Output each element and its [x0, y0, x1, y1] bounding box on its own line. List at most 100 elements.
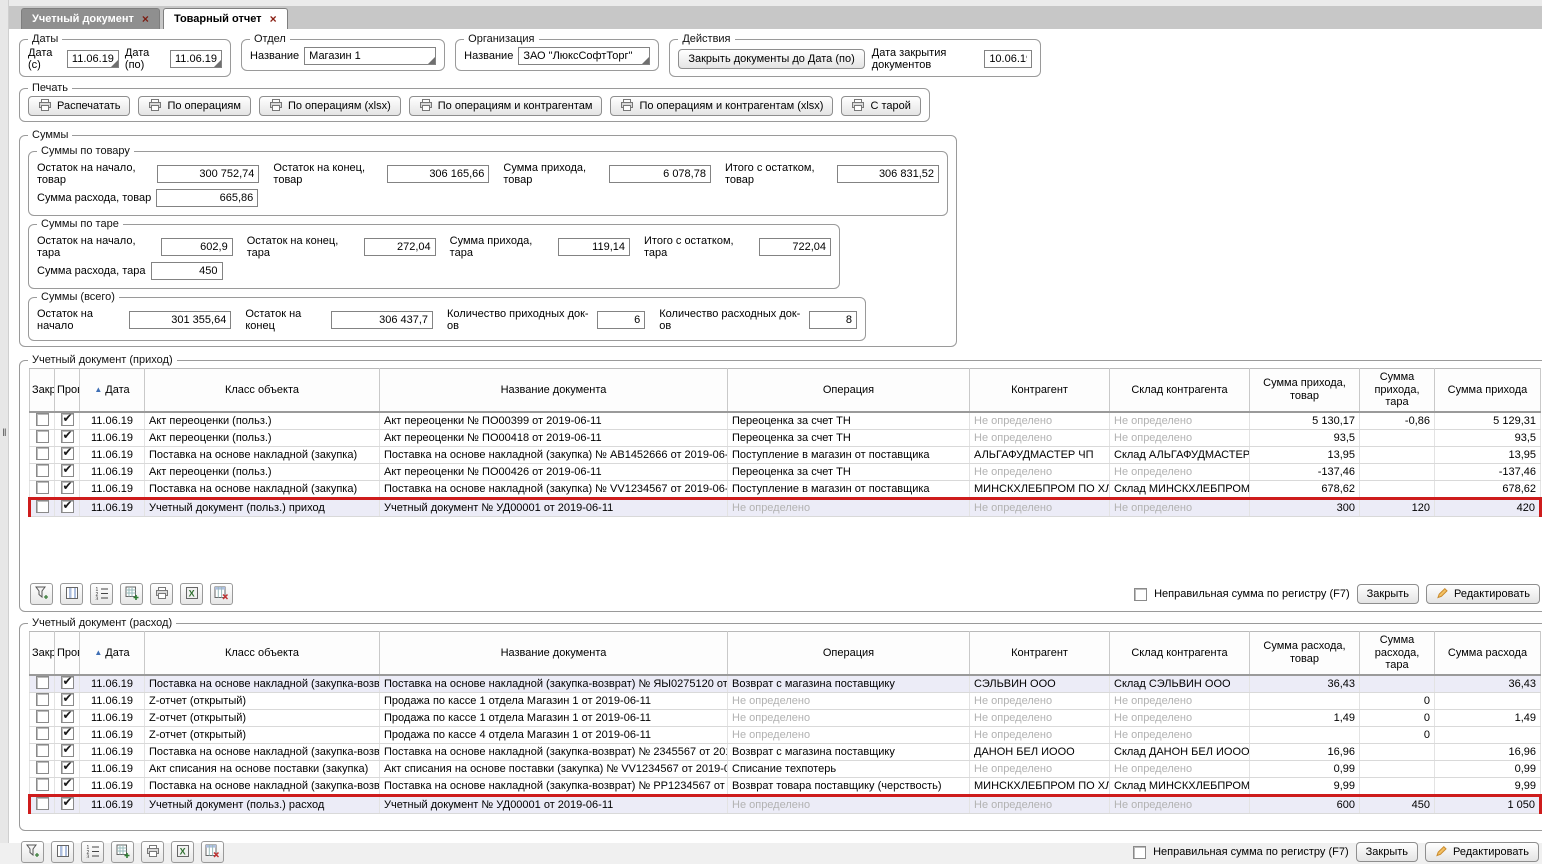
table-row[interactable]: 11.06.19Акт переоценки (польз.)Акт перео…	[30, 429, 1541, 446]
table-row[interactable]: 11.06.19Z-отчет (открытый)Продажа по кас…	[30, 692, 1541, 709]
print-button-3[interactable]: По операциям и контрагентам	[409, 96, 603, 116]
printer-toolbar-button[interactable]	[150, 583, 173, 605]
column-header-3[interactable]: Класс объекта	[145, 632, 380, 675]
closed-checkbox[interactable]	[36, 676, 49, 689]
sum-field-value[interactable]	[364, 238, 436, 256]
closed-checkbox[interactable]	[36, 413, 49, 426]
print-button-4[interactable]: По операциям и контрагентам (xlsx)	[610, 96, 833, 116]
column-header-10[interactable]: Сумма расхода	[1435, 632, 1541, 675]
verified-checkbox[interactable]	[61, 676, 74, 689]
closed-checkbox[interactable]	[36, 447, 49, 460]
sum-field-value[interactable]	[597, 311, 645, 329]
verified-checkbox[interactable]	[61, 500, 74, 513]
closed-checkbox[interactable]	[36, 500, 49, 513]
table-row[interactable]: 11.06.19Z-отчет (открытый)Продажа по кас…	[30, 726, 1541, 743]
sum-field-value[interactable]	[161, 238, 233, 256]
print-button-5[interactable]: С тарой	[841, 96, 920, 116]
close-documents-button[interactable]: Закрыть документы до Дата (по)	[678, 49, 864, 69]
sum-field-value[interactable]	[331, 311, 433, 329]
sum-field-value[interactable]	[837, 165, 939, 183]
table-row[interactable]: 11.06.19Поставка на основе накладной (за…	[30, 446, 1541, 463]
tab-0[interactable]: Учетный документ×	[21, 8, 160, 29]
numbering-toolbar-button[interactable]: 123	[81, 841, 104, 863]
columns-toolbar-button[interactable]	[60, 583, 83, 605]
date-to-input[interactable]	[170, 50, 222, 68]
sum-field-value[interactable]	[809, 311, 857, 329]
column-header-2[interactable]: ▲Дата	[80, 369, 145, 412]
verified-checkbox[interactable]	[61, 797, 74, 810]
column-header-1[interactable]: Прове	[55, 369, 80, 412]
table-row[interactable]: 11.06.19Акт переоценки (польз.)Акт перео…	[30, 463, 1541, 480]
print-button-0[interactable]: Распечатать	[28, 96, 130, 116]
edit-button[interactable]: Редактировать	[1426, 584, 1540, 604]
invalid-sum-checkbox[interactable]	[1133, 846, 1146, 859]
column-header-5[interactable]: Операция	[728, 632, 970, 675]
table-add-toolbar-button[interactable]	[111, 841, 134, 863]
column-header-9[interactable]: Сумма расхода, тара	[1360, 632, 1435, 675]
verified-checkbox[interactable]	[61, 464, 74, 477]
filter-toolbar-button[interactable]	[30, 583, 53, 605]
verified-checkbox[interactable]	[61, 413, 74, 426]
tab-1[interactable]: Товарный отчет×	[163, 8, 288, 29]
table-row[interactable]: 11.06.19Акт переоценки (польз.)Акт перео…	[30, 412, 1541, 430]
column-header-8[interactable]: Сумма расхода, товар	[1250, 632, 1360, 675]
close-date-input[interactable]	[984, 50, 1032, 68]
table-row[interactable]: 11.06.19Поставка на основе накладной (за…	[30, 675, 1541, 693]
sum-field-value[interactable]	[157, 165, 259, 183]
verified-checkbox[interactable]	[61, 761, 74, 774]
column-header-1[interactable]: Прове	[55, 632, 80, 675]
printer-toolbar-button[interactable]	[141, 841, 164, 863]
columns-toolbar-button[interactable]	[51, 841, 74, 863]
verified-checkbox[interactable]	[61, 710, 74, 723]
table-row[interactable]: 11.06.19Поставка на основе накладной (за…	[30, 480, 1541, 498]
print-button-2[interactable]: По операциям (xlsx)	[259, 96, 401, 116]
column-header-0[interactable]: Закры	[30, 369, 55, 412]
table-row[interactable]: 11.06.19Учетный документ (польз.) расход…	[30, 795, 1541, 813]
column-header-10[interactable]: Сумма прихода	[1435, 369, 1541, 412]
sum-field-value[interactable]	[156, 189, 258, 207]
closed-checkbox[interactable]	[36, 464, 49, 477]
column-header-0[interactable]: Закры	[30, 632, 55, 675]
closed-checkbox[interactable]	[36, 481, 49, 494]
sum-field-value[interactable]	[151, 262, 223, 280]
table-row[interactable]: 11.06.19Z-отчет (открытый)Продажа по кас…	[30, 709, 1541, 726]
filter-toolbar-button[interactable]	[21, 841, 44, 863]
sum-field-value[interactable]	[558, 238, 630, 256]
closed-checkbox[interactable]	[36, 744, 49, 757]
column-header-7[interactable]: Склад контрагента	[1110, 369, 1250, 412]
closed-checkbox[interactable]	[36, 761, 49, 774]
column-header-4[interactable]: Название документа	[380, 369, 728, 412]
column-header-2[interactable]: ▲Дата	[80, 632, 145, 675]
close-button[interactable]: Закрыть	[1356, 842, 1418, 862]
verified-checkbox[interactable]	[61, 430, 74, 443]
sum-field-value[interactable]	[129, 311, 231, 329]
table-add-toolbar-button[interactable]	[120, 583, 143, 605]
tab-close-icon[interactable]: ×	[142, 14, 149, 24]
closed-checkbox[interactable]	[36, 797, 49, 810]
closed-checkbox[interactable]	[36, 710, 49, 723]
table-row[interactable]: 11.06.19Поставка на основе накладной (за…	[30, 743, 1541, 760]
verified-checkbox[interactable]	[61, 447, 74, 460]
organization-input[interactable]	[518, 47, 650, 65]
column-header-5[interactable]: Операция	[728, 369, 970, 412]
closed-checkbox[interactable]	[36, 693, 49, 706]
column-header-9[interactable]: Сумма прихода, тара	[1360, 369, 1435, 412]
table-row[interactable]: 11.06.19Учетный документ (польз.) приход…	[30, 498, 1541, 516]
table-row[interactable]: 11.06.19Акт списания на основе поставки …	[30, 760, 1541, 777]
column-header-4[interactable]: Название документа	[380, 632, 728, 675]
sum-field-value[interactable]	[609, 165, 711, 183]
verified-checkbox[interactable]	[61, 727, 74, 740]
table-row[interactable]: 11.06.19Поставка на основе накладной (за…	[30, 777, 1541, 795]
column-header-7[interactable]: Склад контрагента	[1110, 632, 1250, 675]
column-header-6[interactable]: Контрагент	[970, 369, 1110, 412]
verified-checkbox[interactable]	[61, 778, 74, 791]
panel-splitter-handle[interactable]: ‖	[0, 428, 9, 439]
tab-close-icon[interactable]: ×	[270, 14, 277, 24]
verified-checkbox[interactable]	[61, 481, 74, 494]
table-clear-toolbar-button[interactable]	[201, 841, 224, 863]
numbering-toolbar-button[interactable]: 123	[90, 583, 113, 605]
closed-checkbox[interactable]	[36, 430, 49, 443]
verified-checkbox[interactable]	[61, 744, 74, 757]
excel-toolbar-button[interactable]: X	[171, 841, 194, 863]
column-header-6[interactable]: Контрагент	[970, 632, 1110, 675]
